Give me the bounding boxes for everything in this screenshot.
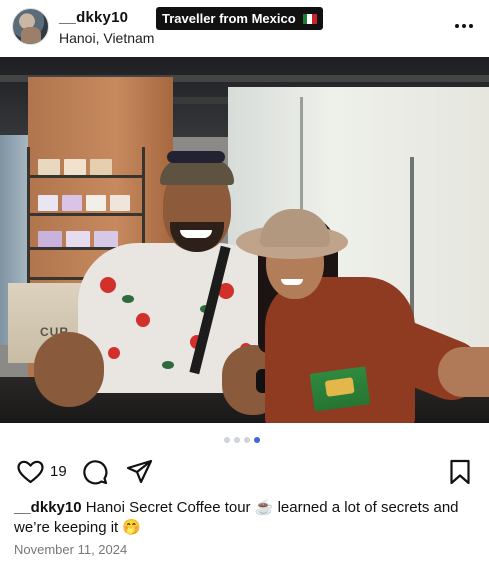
carousel-dot-active [254,437,260,443]
location-label[interactable]: Hanoi, Vietnam [59,30,154,46]
caption-username[interactable]: __dkky10 [14,499,82,516]
caption: __dkky10 Hanoi Secret Coffee tour ☕ lear… [14,498,479,537]
post-photo[interactable]: CUR [0,57,489,423]
username[interactable]: __dkky10 [59,9,128,26]
badge-label: Traveller from Mexico [162,11,296,26]
more-options-icon[interactable] [455,24,473,28]
avatar[interactable] [12,8,49,45]
carousel-indicator [224,437,260,443]
bookmark-icon[interactable] [449,459,471,485]
traveller-badge: Traveller from Mexico [156,7,323,30]
carousel-dot [224,437,230,443]
paper-plane-icon[interactable] [126,459,153,485]
heart-icon[interactable] [17,460,44,484]
like-count[interactable]: 19 [50,463,67,480]
carousel-dot [234,437,240,443]
action-bar [0,456,489,486]
carousel-dot [244,437,250,443]
post-header: __dkky10 Hanoi, Vietnam Traveller from M… [0,0,489,56]
comment-bubble-icon[interactable] [82,459,108,485]
post-date: November 11, 2024 [14,542,128,557]
flag-mexico-icon [302,13,317,24]
